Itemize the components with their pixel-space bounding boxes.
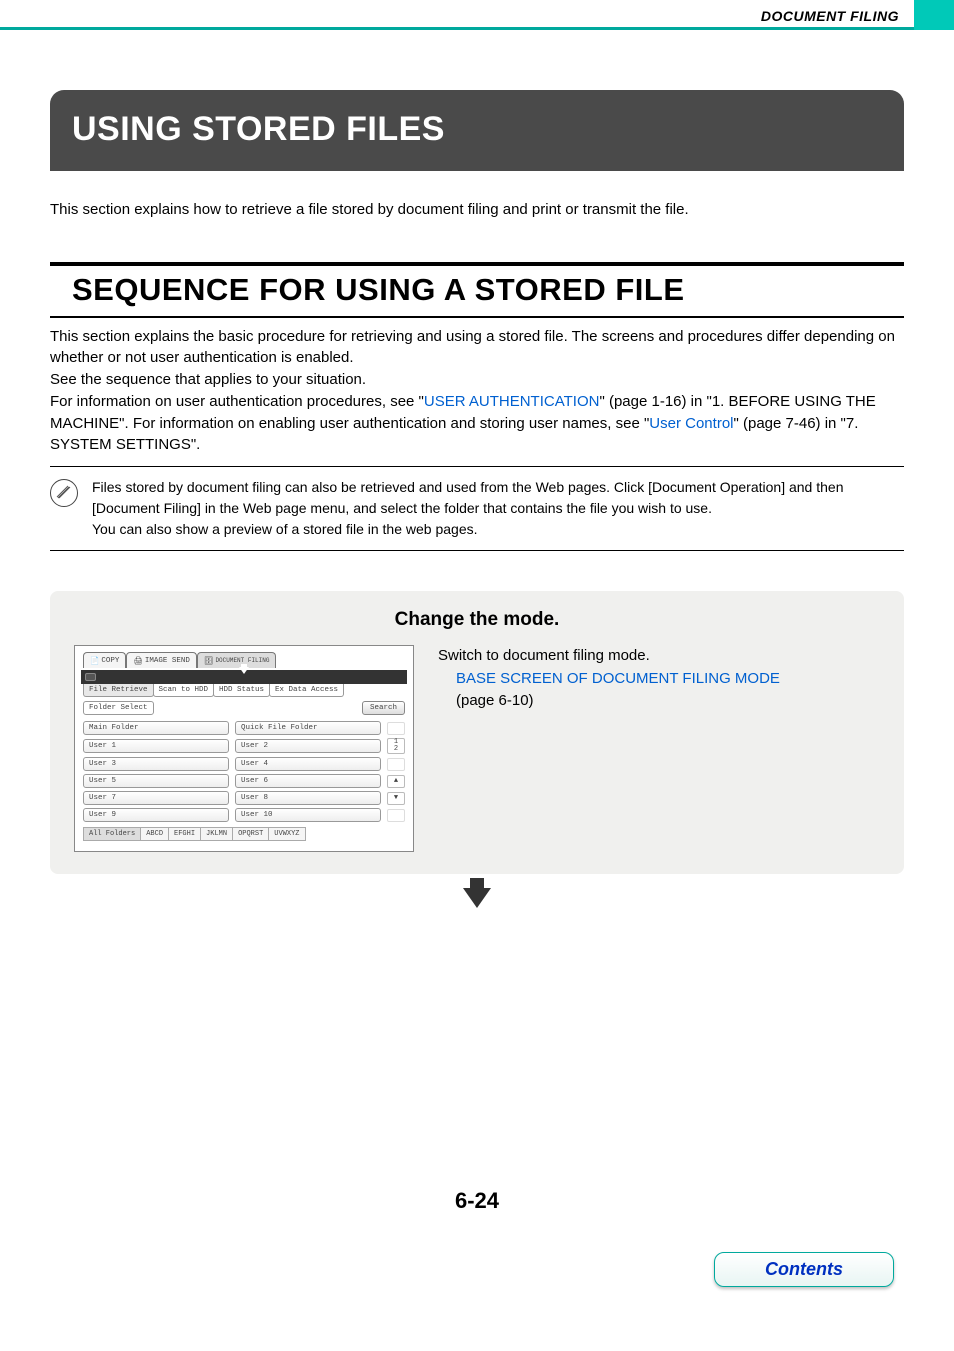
scroll-down-button[interactable]: ▼ <box>387 792 405 805</box>
note-box: Files stored by document filing can also… <box>50 466 904 551</box>
folder-button[interactable]: User 4 <box>235 757 381 771</box>
folder-button[interactable]: User 1 <box>83 739 229 753</box>
folder-button[interactable]: User 9 <box>83 808 229 822</box>
folder-select-label: Folder Select <box>83 701 154 715</box>
folder-button[interactable]: User 5 <box>83 774 229 788</box>
link-user-control[interactable]: User Control <box>649 415 733 432</box>
main-folder-button[interactable]: Main Folder <box>83 721 229 735</box>
note-icon <box>50 479 78 507</box>
alpha-tab[interactable]: EFGHI <box>169 827 201 841</box>
mode-tab-doc-filing[interactable]: 🗄 DOCUMENT FILING <box>197 652 277 668</box>
folder-button[interactable]: User 10 <box>235 808 381 822</box>
step-box: Change the mode. 📄 COPY 🖨 IMAGE SEND 🗄 D… <box>50 591 904 874</box>
link-base-screen[interactable]: BASE SCREEN OF DOCUMENT FILING MODE <box>456 670 780 687</box>
quick-folder-button[interactable]: Quick File Folder <box>235 721 381 735</box>
note-text: Files stored by document filing can also… <box>92 477 900 540</box>
header-section-name: DOCUMENT FILING <box>761 8 899 24</box>
step-title: Change the mode. <box>74 609 880 631</box>
page-number: 6-24 <box>50 1188 904 1214</box>
folder-button[interactable]: User 8 <box>235 791 381 805</box>
intro-text: This section explains how to retrieve a … <box>50 199 904 222</box>
section-title: SEQUENCE FOR USING A STORED FILE <box>50 262 904 318</box>
folder-button[interactable]: User 3 <box>83 757 229 771</box>
hdd-icon <box>85 673 96 681</box>
flow-arrow-down-icon <box>463 888 491 908</box>
title-banner: USING STORED FILES <box>50 90 904 171</box>
alpha-tab[interactable]: JKLMN <box>201 827 233 841</box>
alpha-tab[interactable]: OPQRST <box>233 827 269 841</box>
mode-tab-image-send[interactable]: 🖨 IMAGE SEND <box>126 652 197 668</box>
body-paragraph: This section explains the basic procedur… <box>50 326 904 457</box>
pointer-icon <box>239 667 249 674</box>
folder-button[interactable]: User 6 <box>235 774 381 788</box>
page-indicator: 1 2 <box>387 738 405 754</box>
alpha-tab[interactable]: ABCD <box>141 827 169 841</box>
step-description: Switch to document filing mode. BASE SCR… <box>438 645 880 713</box>
alpha-tab[interactable]: UVWXYZ <box>269 827 305 841</box>
subtab-file-retrieve[interactable]: File Retrieve <box>83 684 154 697</box>
page-title: USING STORED FILES <box>72 110 882 149</box>
scroll-up-button[interactable]: ▲ <box>387 775 405 788</box>
device-screenshot: 📄 COPY 🖨 IMAGE SEND 🗄 DOCUMENT FILING Fi… <box>74 645 414 852</box>
subtab-hdd-status[interactable]: HDD Status <box>213 684 270 697</box>
search-button[interactable]: Search <box>362 701 405 715</box>
subtab-scan-to-hdd[interactable]: Scan to HDD <box>153 684 215 697</box>
folder-button[interactable]: User 2 <box>235 739 381 753</box>
link-user-auth[interactable]: USER AUTHENTICATION <box>424 393 600 410</box>
mode-tab-copy[interactable]: 📄 COPY <box>83 652 126 668</box>
alpha-all[interactable]: All Folders <box>83 827 141 841</box>
subtab-ex-data[interactable]: Ex Data Access <box>269 684 344 697</box>
contents-button[interactable]: Contents <box>714 1252 894 1287</box>
folder-button[interactable]: User 7 <box>83 791 229 805</box>
